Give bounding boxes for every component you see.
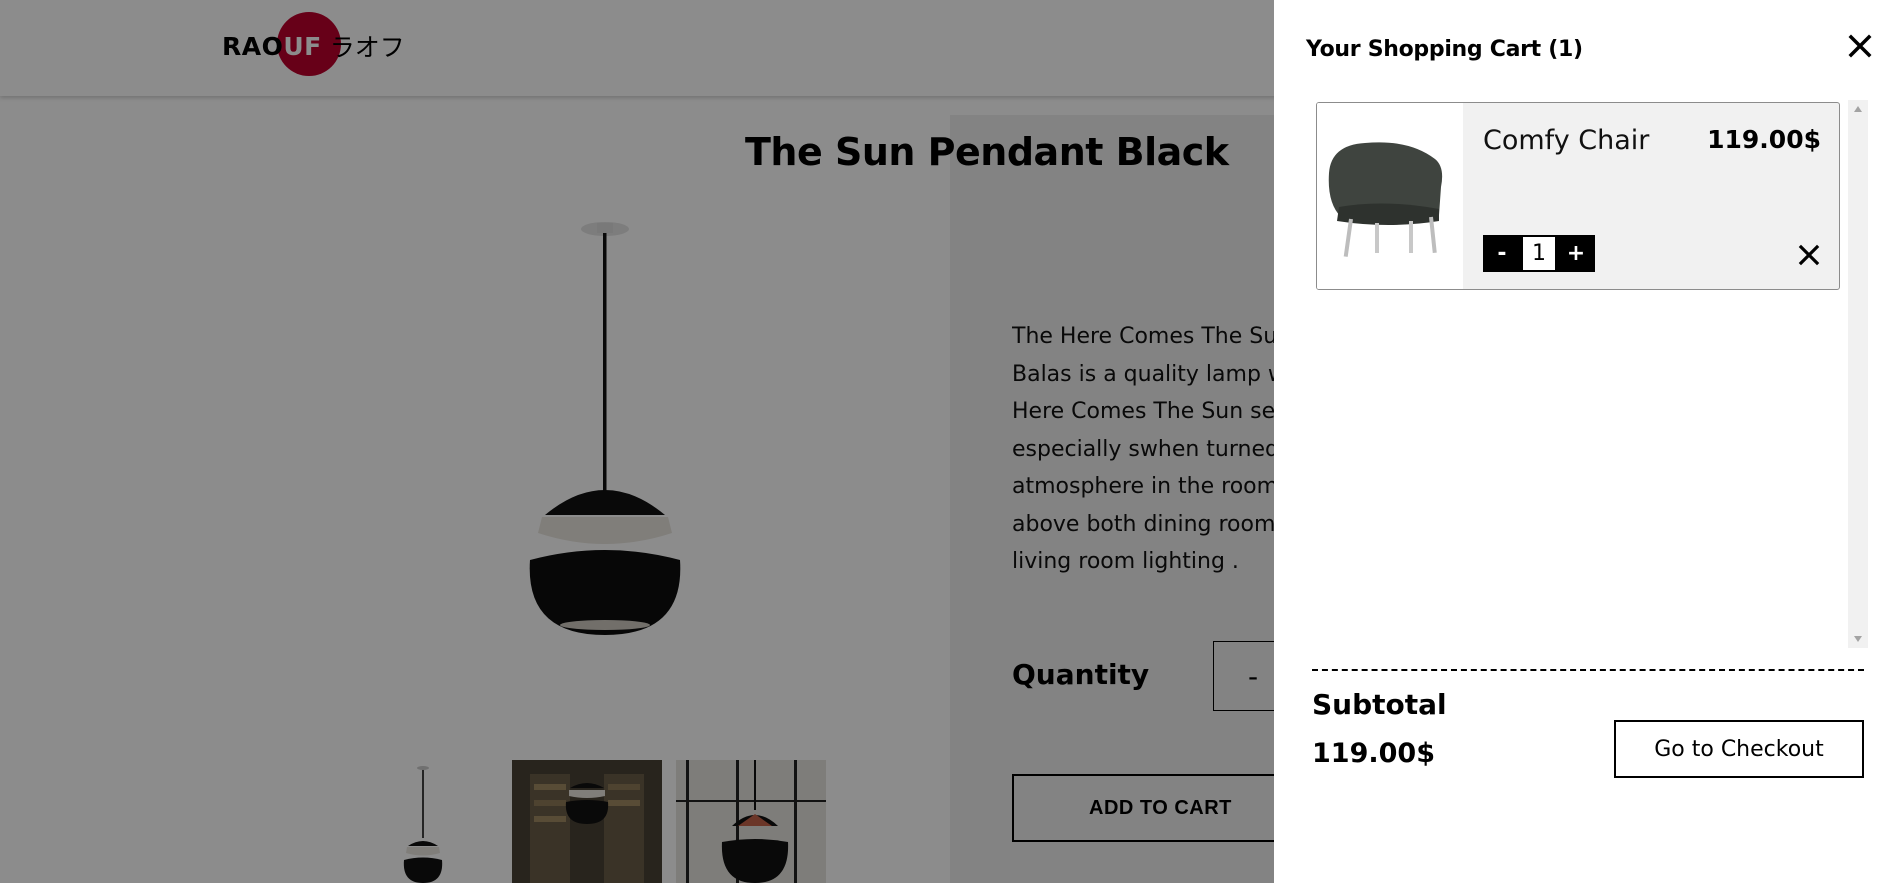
cart-scrollbar[interactable]	[1848, 100, 1868, 648]
scroll-down-arrow-icon[interactable]	[1854, 636, 1862, 642]
cart-drawer: Your Shopping Cart (1) Comfy Chair 119.0…	[1274, 0, 1892, 883]
cart-items-list: Comfy Chair 119.00$ - 1 +	[1316, 100, 1880, 648]
cart-divider	[1312, 669, 1864, 671]
item-name: Comfy Chair	[1483, 125, 1650, 156]
item-quantity-value[interactable]: 1	[1521, 235, 1557, 272]
subtotal-label: Subtotal	[1312, 688, 1447, 721]
subtotal-value: 119.00$	[1312, 738, 1435, 769]
quantity-stepper: - 1 +	[1483, 235, 1595, 272]
scroll-up-arrow-icon[interactable]	[1854, 106, 1862, 112]
cart-title: Your Shopping Cart (1)	[1306, 37, 1583, 62]
item-image	[1317, 103, 1463, 289]
cart-item: Comfy Chair 119.00$ - 1 +	[1316, 102, 1840, 290]
increase-quantity-button[interactable]: +	[1557, 235, 1595, 272]
remove-item-icon[interactable]	[1797, 243, 1821, 267]
close-icon[interactable]	[1844, 30, 1876, 62]
item-price: 119.00$	[1707, 125, 1821, 154]
checkout-button[interactable]: Go to Checkout	[1614, 720, 1864, 778]
decrease-quantity-button[interactable]: -	[1483, 235, 1521, 272]
